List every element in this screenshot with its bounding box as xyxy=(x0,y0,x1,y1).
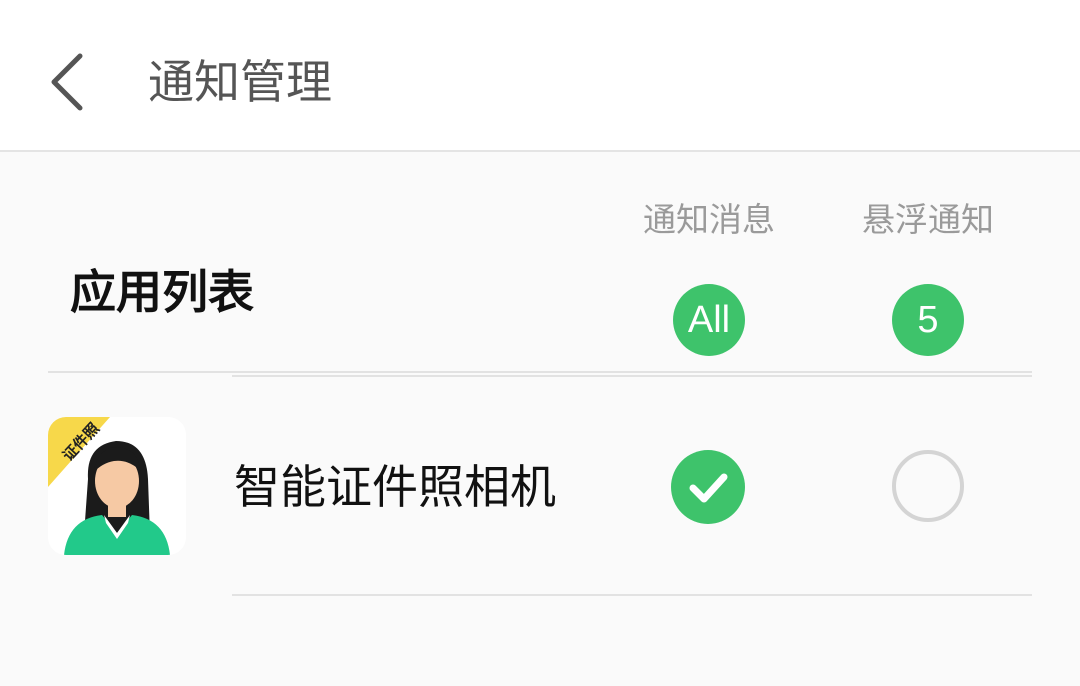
app-icon: 证件照 xyxy=(48,417,186,555)
section-title-app-list: 应用列表 xyxy=(70,265,254,319)
divider xyxy=(48,371,1032,373)
notify-checkbox-checked[interactable] xyxy=(671,450,745,524)
app-name: 智能证件照相机 xyxy=(234,460,556,514)
back-button[interactable] xyxy=(36,44,106,120)
column-label-notify: 通知消息 xyxy=(643,200,775,239)
top-bar: 通知管理 xyxy=(0,0,1080,152)
notification-settings-page: 通知管理 通知消息 悬浮通知 应用列表 All 5 证件照 智能证件照相机 xyxy=(0,0,1080,686)
page-title: 通知管理 xyxy=(148,55,332,109)
chevron-left-icon xyxy=(51,53,83,111)
divider xyxy=(232,594,1032,596)
checkmark-icon xyxy=(689,473,728,503)
column-label-float: 悬浮通知 xyxy=(862,200,994,239)
float-checkbox-unchecked[interactable] xyxy=(892,450,964,522)
notify-all-toggle[interactable]: All xyxy=(673,284,745,356)
float-count-badge[interactable]: 5 xyxy=(892,284,964,356)
list-item-app[interactable]: 证件照 智能证件照相机 xyxy=(0,377,1080,595)
